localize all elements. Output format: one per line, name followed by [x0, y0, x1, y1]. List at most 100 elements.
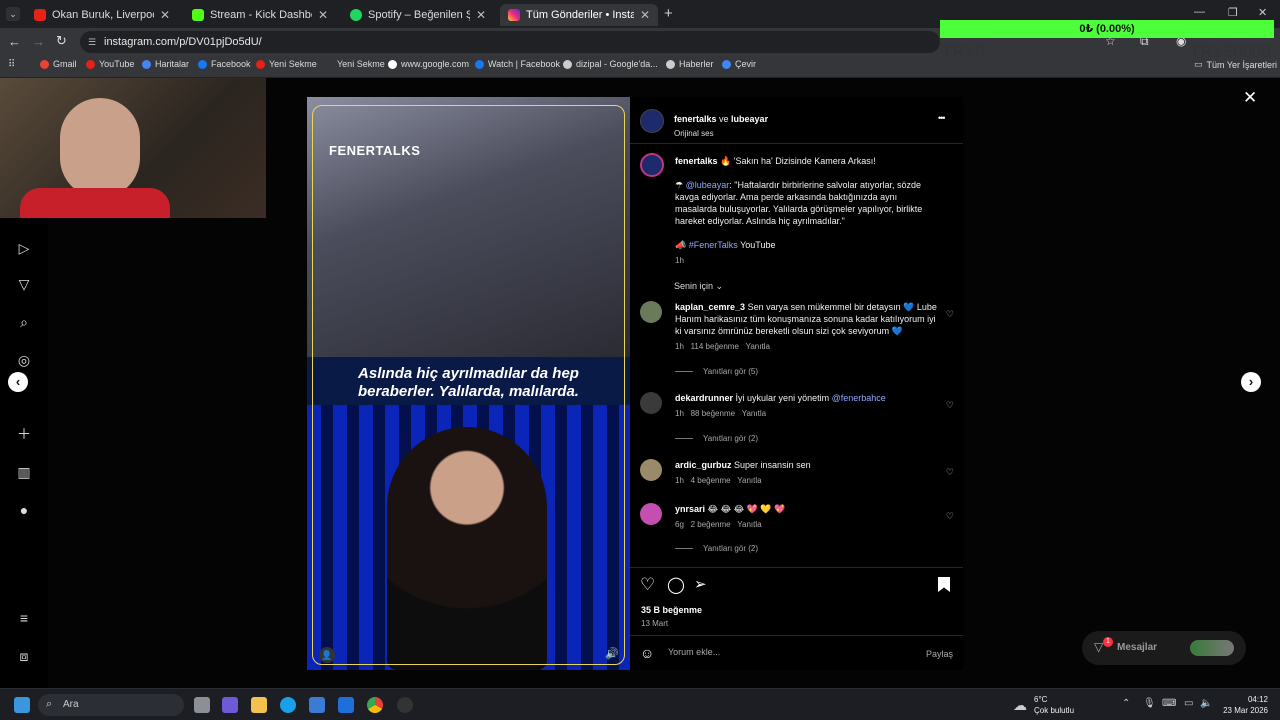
post-media-video[interactable]: FENERTALKS Aslında hiç ayrılmadılar da h… [307, 97, 630, 670]
taskbar-search[interactable]: ⌕ Ara [38, 694, 184, 716]
reply-button[interactable]: Yanıtla [746, 342, 770, 351]
obs-icon[interactable] [397, 697, 413, 713]
bookmark-news[interactable]: Haberler [666, 59, 714, 69]
comment-avatar[interactable] [640, 392, 662, 414]
messages-dock[interactable]: ▽ 1 Mesajlar [1082, 631, 1246, 665]
like-comment-icon[interactable]: ♡ [946, 400, 954, 411]
close-tab-icon[interactable]: ✕ [640, 8, 650, 22]
reply-button[interactable]: Yanıtla [737, 476, 761, 485]
file-explorer-icon[interactable] [251, 697, 267, 713]
microphone-icon[interactable]: 🎙 [1143, 698, 1156, 709]
author-avatar[interactable] [640, 109, 664, 133]
comment-username[interactable]: ynrsari [675, 504, 705, 514]
reels-icon[interactable]: ▷ [16, 240, 32, 256]
activity-icon[interactable]: ▽ [16, 276, 32, 292]
reload-icon[interactable]: ↻ [56, 33, 67, 49]
tray-chevron-icon[interactable]: ⌃ [1122, 698, 1130, 709]
comment-avatar[interactable] [640, 459, 662, 481]
bookmark-translate[interactable]: Çevir [722, 59, 756, 69]
reply-button[interactable]: Yanıtla [742, 409, 766, 418]
view-replies-button[interactable]: Yanıtları gör (2) [675, 434, 758, 443]
tab-instagram[interactable]: Tüm Gönderiler • Instagram ✕ [500, 4, 658, 26]
caption-author-avatar[interactable] [640, 153, 664, 177]
comment-likes[interactable]: 114 beğenme [691, 342, 739, 351]
bookmark-watch-facebook[interactable]: Watch | Facebook [475, 59, 560, 69]
volume-icon[interactable]: 🔊 [605, 647, 619, 660]
share-icon[interactable]: ➢ [694, 575, 707, 593]
bookmark-new-tab-2[interactable]: Yeni Sekme [324, 59, 385, 69]
keyboard-icon[interactable]: ⌨ [1162, 698, 1176, 709]
clock[interactable]: 04:12 23 Mar 2026 [1222, 694, 1268, 716]
bookmark-new-tab[interactable]: Yeni Sekme [256, 59, 317, 69]
url-input[interactable]: ☰ instagram.com/p/DV01pjDo5dU/ [80, 31, 940, 53]
maximize-icon[interactable]: ❐ [1228, 6, 1238, 19]
view-replies-button[interactable]: Yanıtları gör (2) [675, 544, 758, 553]
next-post-button[interactable]: › [1241, 372, 1261, 392]
windows-start-icon[interactable] [14, 697, 30, 713]
profile-avatar[interactable]: ● [16, 502, 32, 518]
comment-likes[interactable]: 2 beğenme [691, 520, 731, 529]
comment-avatar[interactable] [640, 503, 662, 525]
explore-icon[interactable]: ◎ [16, 352, 32, 368]
collaborator-username[interactable]: lubeayar [731, 114, 768, 124]
post-comment-button[interactable]: Paylaş [926, 649, 953, 659]
emoji-icon[interactable]: ☺ [640, 645, 654, 661]
bookmark-dizipal[interactable]: dizipal - Google'da... [563, 59, 658, 69]
search-icon[interactable]: ⌕ [16, 314, 32, 330]
minimize-icon[interactable]: — [1194, 6, 1205, 18]
view-replies-button[interactable]: Yanıtları gör (5) [675, 367, 758, 376]
reply-button[interactable]: Yanıtla [737, 520, 761, 529]
comment-username[interactable]: dekardrunner [675, 393, 733, 403]
like-comment-icon[interactable]: ♡ [946, 467, 954, 478]
store-icon[interactable] [309, 697, 325, 713]
tab-youtube[interactable]: Okan Buruk, Liverpool Maçı Sonr ✕ [26, 4, 178, 26]
close-window-icon[interactable]: ✕ [1258, 6, 1267, 19]
more-apps-icon[interactable]: ⧈ [16, 648, 32, 664]
back-icon[interactable]: ← [8, 34, 21, 49]
caption-mention[interactable]: @lubeayar [686, 180, 730, 190]
comment-mention[interactable]: @fenerbahce [832, 393, 886, 403]
tab-kick[interactable]: Stream - Kick Dashboard ✕ [184, 4, 336, 26]
more-options-icon[interactable]: ••• [938, 113, 946, 123]
mail-icon[interactable] [338, 697, 354, 713]
dashboard-icon[interactable]: ▥ [16, 464, 32, 480]
bookmark-maps[interactable]: Haritalar [142, 59, 189, 69]
network-icon[interactable]: ▭ [1184, 698, 1193, 709]
comment-input[interactable]: Yorum ekle... [668, 647, 908, 661]
site-info-icon[interactable]: ☰ [88, 31, 96, 53]
caption-hashtag[interactable]: #FenerTalks [689, 240, 738, 250]
likes-count[interactable]: 35 B beğenme [641, 605, 702, 615]
audio-label[interactable]: Orijinal ses [674, 129, 768, 138]
caption-author[interactable]: fenertalks [675, 156, 718, 166]
tab-spotify[interactable]: Spotify – Beğenilen Şarkılar ✕ [342, 4, 494, 26]
task-view-icon[interactable] [194, 697, 210, 713]
close-tab-icon[interactable]: ✕ [160, 8, 170, 22]
comment-username[interactable]: kaplan_cemre_3 [675, 302, 745, 312]
bookmark-youtube[interactable]: YouTube [86, 59, 134, 69]
comment-username[interactable]: ardic_gurbuz [675, 460, 732, 470]
create-icon[interactable]: ＋ [16, 426, 32, 442]
menu-icon[interactable]: ≡ [16, 610, 32, 626]
edge-icon[interactable] [280, 697, 296, 713]
bookmark-google[interactable]: www.google.com [388, 59, 469, 69]
comment-icon[interactable]: ◯ [667, 575, 685, 595]
close-tab-icon[interactable]: ✕ [476, 8, 486, 22]
comment-sort-dropdown[interactable]: Senin için ⌄ [674, 281, 723, 292]
apps-icon[interactable]: ⠿ [8, 59, 15, 70]
close-modal-icon[interactable]: ✕ [1243, 88, 1257, 108]
volume-icon[interactable]: 🔈 [1200, 698, 1212, 709]
new-tab-button[interactable]: + [664, 5, 673, 22]
like-post-icon[interactable]: ♡ [640, 575, 655, 595]
bookmark-facebook[interactable]: Facebook [198, 59, 251, 69]
bookmark-gmail[interactable]: Gmail [40, 59, 77, 69]
comment-avatar[interactable] [640, 301, 662, 323]
tagged-users-icon[interactable]: 👤 [319, 647, 335, 663]
comment-likes[interactable]: 4 beğenme [691, 476, 731, 485]
weather-widget[interactable]: 6°C Çok bulutlu [1034, 694, 1074, 716]
close-tab-icon[interactable]: ✕ [318, 8, 328, 22]
comment-likes[interactable]: 88 beğenme [691, 409, 735, 418]
like-comment-icon[interactable]: ♡ [946, 511, 954, 522]
previous-post-button[interactable]: ‹ [8, 372, 28, 392]
save-icon[interactable] [938, 577, 950, 592]
tab-list-icon[interactable]: ⌄ [6, 7, 20, 21]
